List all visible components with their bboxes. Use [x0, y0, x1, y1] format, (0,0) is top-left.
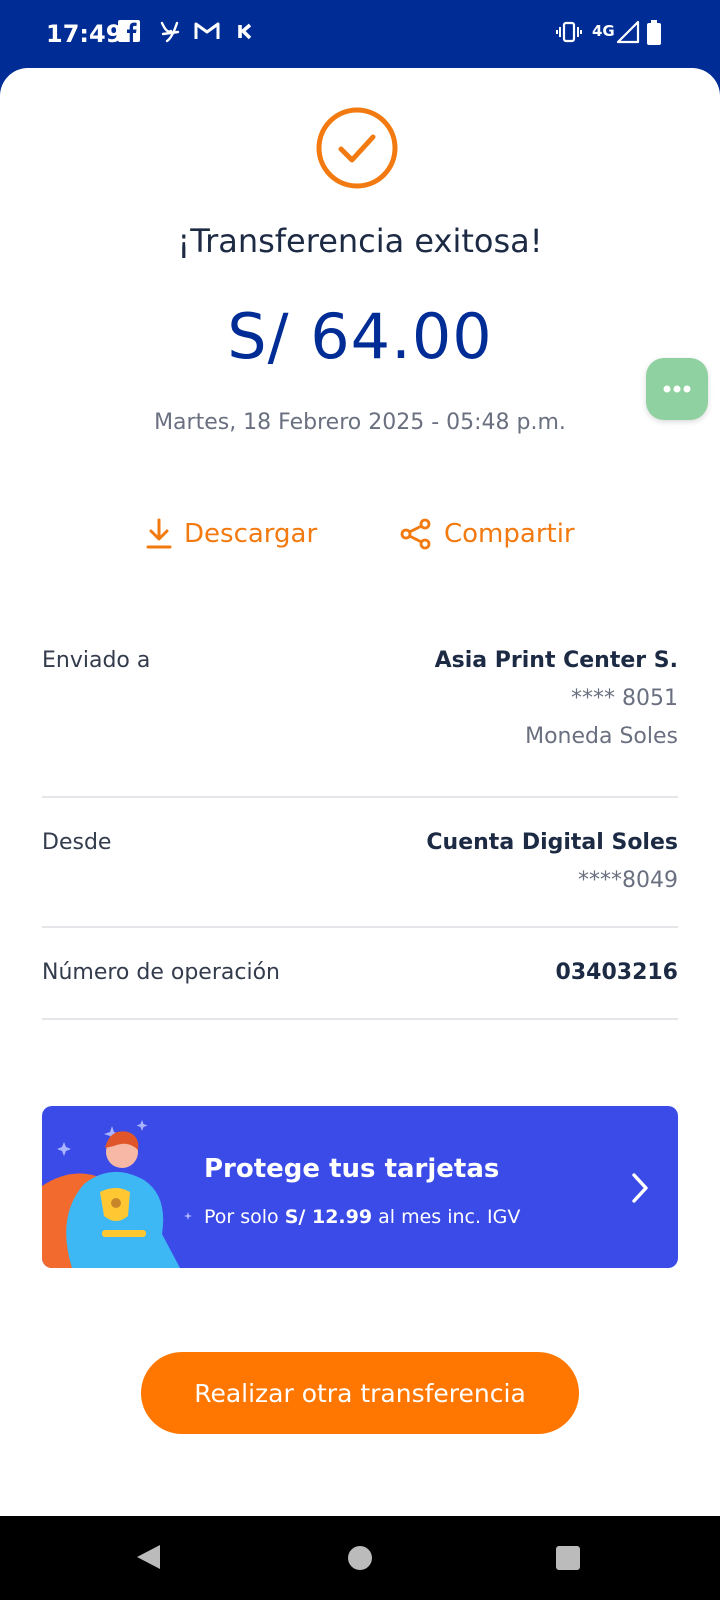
download-label: Descargar [184, 519, 318, 549]
chevron-right-icon [632, 1173, 648, 1203]
y-app-icon [158, 20, 182, 48]
signal-icon [616, 20, 640, 48]
download-icon [146, 518, 172, 549]
source-account-name: Cuenta Digital Soles [426, 830, 678, 855]
network-type: 4G [592, 22, 615, 40]
card-protection-banner[interactable]: Protege tus tarjetas Por solo S/ 12.99 a… [42, 1106, 678, 1268]
divider [42, 1018, 678, 1020]
home-icon[interactable] [346, 1544, 374, 1572]
promo-subtitle: Por solo S/ 12.99 al mes inc. IGV [204, 1206, 520, 1228]
from-label: Desde [42, 830, 112, 855]
recipient-account: **** 8051 [571, 686, 678, 711]
facebook-icon [118, 20, 140, 46]
superhero-illustration [42, 1120, 192, 1268]
divider [42, 796, 678, 798]
recipient-currency: Moneda Soles [525, 724, 678, 749]
vibrate-icon [556, 20, 582, 48]
battery-icon [646, 20, 662, 50]
new-transfer-button[interactable]: Realizar otra transferencia [141, 1352, 579, 1434]
transfer-amount: S/ 64.00 [227, 300, 493, 373]
recipient-name: Asia Print Center S. [434, 648, 678, 673]
operation-label: Número de operación [42, 960, 280, 985]
back-icon[interactable] [134, 1542, 162, 1572]
k-app-icon [238, 20, 254, 46]
recents-icon[interactable] [554, 1544, 582, 1572]
promo-sub-prefix: Por solo [204, 1206, 285, 1228]
download-button[interactable]: Descargar [146, 518, 317, 550]
page-title: ¡Transferencia exitosa! [177, 222, 543, 260]
source-account: ****8049 [578, 868, 678, 893]
transfer-datetime: Martes, 18 Febrero 2025 - 05:48 p.m. [154, 410, 566, 435]
share-label: Compartir [444, 519, 575, 549]
promo-title: Protege tus tarjetas [204, 1154, 500, 1184]
promo-price: S/ 12.99 [284, 1206, 373, 1228]
status-bar: 17:49 4G [0, 0, 720, 70]
receipt-card [0, 68, 720, 1516]
status-time: 17:49 [46, 20, 123, 48]
check-circle-icon [316, 107, 398, 193]
share-icon [400, 518, 431, 550]
system-nav-bar [0, 1516, 720, 1600]
chat-fab-button[interactable] [646, 358, 708, 420]
more-dots-icon [663, 385, 691, 393]
share-button[interactable]: Compartir [400, 518, 575, 550]
gmail-icon [194, 20, 220, 46]
divider [42, 926, 678, 928]
promo-sub-suffix: al mes inc. IGV [372, 1206, 521, 1228]
operation-number: 03403216 [555, 960, 678, 985]
sent-to-label: Enviado a [42, 648, 151, 673]
